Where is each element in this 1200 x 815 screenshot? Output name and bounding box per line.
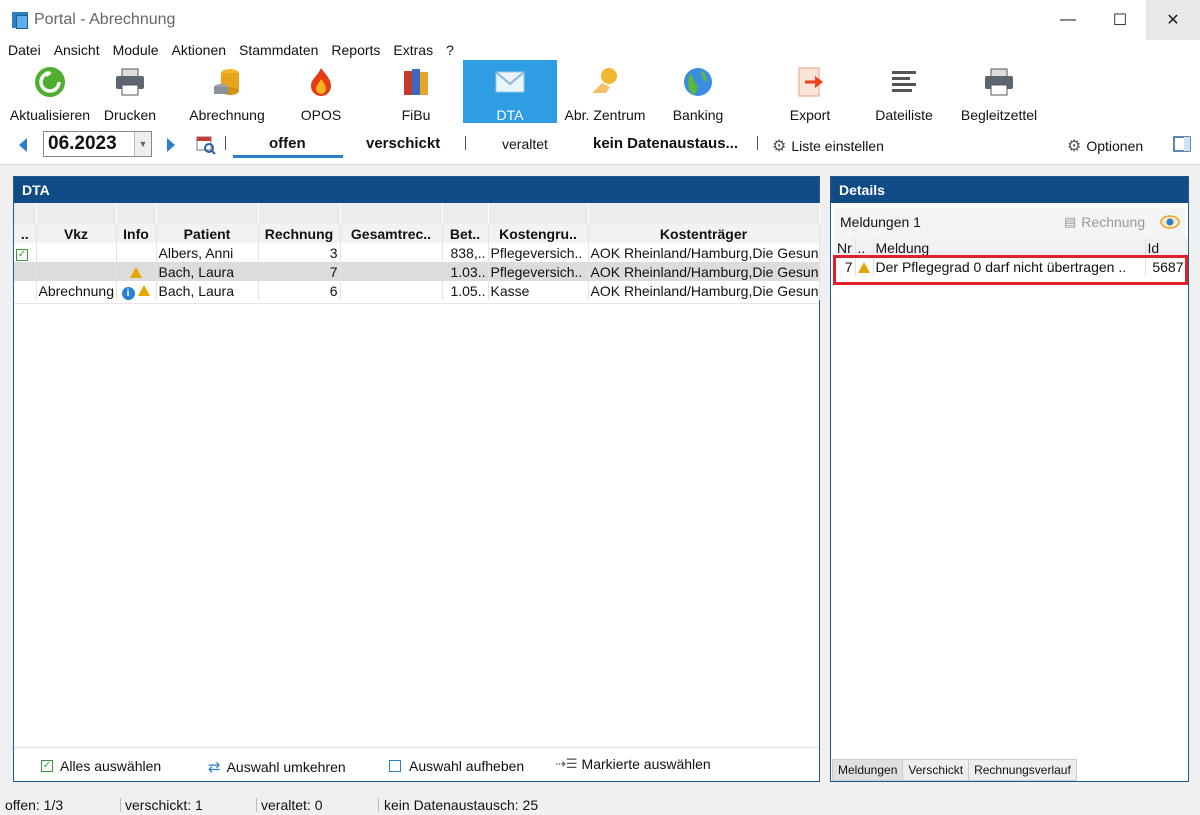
hand-coin-icon	[592, 68, 617, 93]
print-button[interactable]: Drucken	[98, 60, 162, 123]
tab-verschickt[interactable]: verschickt	[366, 135, 440, 152]
billing-center-button[interactable]: Abr. Zentrum	[560, 60, 650, 123]
tab-kein-datenaustausch[interactable]: kein Datenaustaus...	[593, 135, 738, 152]
app-icon	[12, 11, 28, 29]
menu-bar: Datei Ansicht Module Aktionen Stammdaten…	[0, 40, 1200, 60]
export-button[interactable]: Export	[782, 60, 838, 123]
menu-extras[interactable]: Extras	[393, 42, 433, 58]
checkbox-checked-icon[interactable]: ✓	[16, 249, 28, 261]
tab-offen[interactable]: offen	[269, 135, 306, 152]
toolbar: Aktualisieren Drucken Abrechnung OPOS Fi…	[0, 60, 1200, 123]
col-marker[interactable]: ..	[14, 224, 37, 243]
books-icon	[404, 69, 428, 95]
list-icon	[892, 71, 916, 92]
gear-icon: ⚙	[1067, 138, 1082, 155]
col-vkz[interactable]: Vkz	[36, 224, 117, 243]
col-kostentraeger[interactable]: Kostenträger	[588, 224, 820, 243]
menu-datei[interactable]: Datei	[8, 42, 41, 58]
dta-table: .. Vkz Info Patient Rechnung Gesamtrec..…	[14, 203, 820, 300]
window-title: Portal - Abrechnung	[34, 11, 176, 28]
col-gesamtrechnung[interactable]: Gesamtrec..	[340, 224, 443, 243]
options-button[interactable]: ⚙ Optionen	[1067, 136, 1143, 156]
col-kostengruppe[interactable]: Kostengru..	[488, 224, 589, 243]
dta-button[interactable]: DTA	[463, 60, 557, 123]
col-patient[interactable]: Patient	[156, 224, 259, 243]
flame-icon	[311, 68, 331, 96]
chevron-down-icon[interactable]: ▼	[134, 132, 151, 156]
title-bar: Portal - Abrechnung — ☐ ✕	[0, 0, 1200, 40]
status-veraltet: veraltet: 0	[261, 797, 323, 813]
swap-arrows-icon: ⇄	[208, 759, 221, 776]
tab-meldungen[interactable]: Meldungen	[832, 759, 904, 781]
invert-selection-button[interactable]: ⇄ Auswahl umkehren	[208, 758, 346, 776]
dta-panel: DTA .. Vkz Info Patient Rechnung Gesamtr…	[13, 176, 820, 782]
highlight-box	[833, 255, 1188, 285]
prev-period-icon[interactable]	[18, 138, 28, 152]
next-period-icon[interactable]	[166, 138, 176, 152]
document-icon: ▤	[1064, 214, 1077, 229]
printer-icon	[116, 68, 144, 96]
menu-help[interactable]: ?	[446, 42, 454, 58]
envelope-icon	[495, 71, 525, 93]
status-bar: offen: 1/3 verschickt: 1 veraltet: 0 kei…	[0, 795, 1200, 815]
coins-icon	[214, 69, 239, 95]
refresh-icon	[35, 67, 65, 97]
col-betrag[interactable]: Bet..	[442, 224, 489, 243]
messages-count: Meldungen 1	[840, 214, 921, 230]
close-button[interactable]: ✕	[1146, 0, 1200, 40]
period-select[interactable]: 06.2023 ▼	[43, 131, 152, 157]
table-row[interactable]: Abrechnung i Bach, Laura 6 1.05.. Kasse …	[14, 281, 820, 300]
marked-list-icon: ⇢☰	[555, 756, 578, 771]
invoice-button[interactable]: ▤ Rechnung	[1064, 214, 1145, 230]
menu-ansicht[interactable]: Ansicht	[54, 42, 100, 58]
col-info[interactable]: Info	[116, 224, 157, 243]
billing-button[interactable]: Abrechnung	[182, 60, 272, 123]
clear-selection-button[interactable]: Auswahl aufheben	[389, 758, 524, 774]
menu-reports[interactable]: Reports	[331, 42, 380, 58]
refresh-button[interactable]: Aktualisieren	[4, 60, 96, 123]
warning-icon	[138, 284, 151, 296]
panel-toggle-icon[interactable]	[1173, 136, 1191, 152]
dta-panel-title: DTA	[14, 177, 819, 203]
fibu-button[interactable]: FiBu	[388, 60, 444, 123]
menu-module[interactable]: Module	[113, 42, 159, 58]
globe-icon	[684, 68, 712, 96]
select-marked-button[interactable]: ⇢☰ Markierte auswählen	[555, 756, 711, 772]
opos-button[interactable]: OPOS	[292, 60, 350, 123]
info-icon: i	[121, 286, 135, 300]
status-verschickt: verschickt: 1	[125, 797, 203, 813]
menu-stammdaten[interactable]: Stammdaten	[239, 42, 318, 58]
file-list-button[interactable]: Dateiliste	[868, 60, 940, 123]
maximize-button[interactable]: ☐	[1094, 0, 1146, 40]
table-row[interactable]: Bach, Laura 7 1.03.. Pflegeversich.. AOK…	[14, 262, 820, 281]
menu-aktionen[interactable]: Aktionen	[172, 42, 226, 58]
eye-icon[interactable]	[1160, 214, 1180, 230]
export-icon	[798, 67, 823, 97]
tab-rechnungsverlauf[interactable]: Rechnungsverlauf	[968, 759, 1077, 781]
checkbox-checked-icon: ✓	[41, 760, 53, 772]
checkbox-empty-icon	[389, 760, 401, 772]
banking-button[interactable]: Banking	[668, 60, 728, 123]
select-all-button[interactable]: ✓ Alles auswählen	[41, 758, 161, 774]
tab-verschickt[interactable]: Verschickt	[902, 759, 970, 781]
warning-icon	[130, 266, 142, 278]
minimize-button[interactable]: —	[1042, 0, 1094, 40]
details-tabs: Meldungen Verschickt Rechnungsverlauf	[832, 759, 1077, 781]
active-tab-indicator	[233, 155, 343, 158]
slip-button[interactable]: Begleitzettel	[955, 60, 1043, 123]
list-settings-button[interactable]: ⚙ Liste einstellen	[772, 136, 884, 156]
table-row[interactable]: ✓ Albers, Anni 3 838,.. Pflegeversich.. …	[14, 243, 820, 262]
tab-veraltet[interactable]: veraltet	[502, 136, 548, 152]
gear-icon: ⚙	[772, 138, 787, 155]
details-panel-title: Details	[831, 177, 1188, 203]
status-kein-datenaustausch: kein Datenaustausch: 25	[384, 797, 539, 813]
col-rechnung[interactable]: Rechnung	[258, 224, 341, 243]
calendar-search-icon[interactable]	[196, 135, 216, 155]
printer-icon	[985, 68, 1013, 96]
status-offen: offen: 1/3	[5, 797, 64, 813]
selection-actions: ✓ Alles auswählen ⇄ Auswahl umkehren Aus…	[14, 747, 819, 780]
